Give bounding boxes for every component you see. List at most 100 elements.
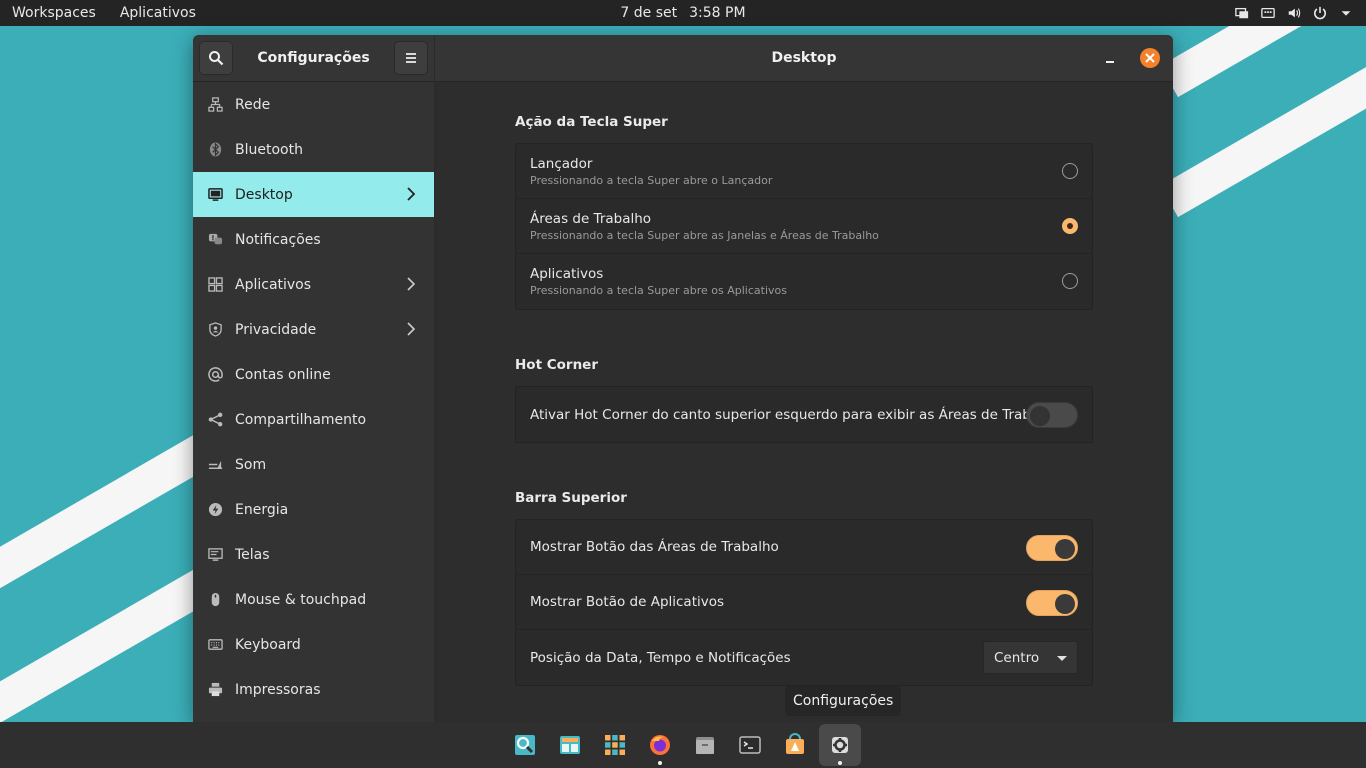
dock-item-shop[interactable] (774, 724, 816, 766)
show-workspaces-button-toggle[interactable] (1026, 535, 1078, 561)
option-subtitle: Pressionando a tecla Super abre o Lançad… (530, 173, 773, 187)
toggle-knob (1055, 539, 1075, 559)
sidebar-item-impressoras[interactable]: Impressoras (193, 667, 434, 712)
top-bar-group: Mostrar Botão das Áreas de Trabalho Most… (515, 519, 1093, 686)
network-icon (207, 97, 223, 113)
sidebar: Configurações Rede Bluetooth Desktop Not… (193, 35, 435, 722)
toggle-knob (1055, 594, 1075, 614)
sidebar-item-bluetooth[interactable]: Bluetooth (193, 127, 434, 172)
sidebar-item-label: Rede (235, 96, 271, 113)
dock-item-files[interactable] (684, 724, 726, 766)
running-indicator (838, 761, 842, 765)
dock-item-workspaces[interactable] (549, 724, 591, 766)
sidebar-item-label: Compartilhamento (235, 411, 367, 428)
sidebar-header: Configurações (193, 35, 434, 82)
sidebar-item-label: Privacidade (235, 321, 317, 338)
time-label: 3:58 PM (689, 5, 746, 21)
option-title: Lançador (530, 155, 593, 172)
workspaces-button[interactable]: Workspaces (0, 0, 108, 26)
show-workspaces-button-row: Mostrar Botão das Áreas de Trabalho (516, 520, 1092, 575)
dock (0, 722, 1366, 768)
sidebar-item-telas[interactable]: Telas (193, 532, 434, 577)
clock[interactable]: 7 de set 3:58 PM (620, 5, 745, 21)
search-button[interactable] (199, 41, 233, 75)
sidebar-item-keyboard[interactable]: Keyboard (193, 622, 434, 667)
bluetooth-icon (207, 142, 223, 158)
caret-down-icon (1057, 656, 1067, 661)
sidebar-item-notificacoes[interactable]: Notificações (193, 217, 434, 262)
terminal-icon (739, 736, 761, 754)
clock-position-row: Posição da Data, Tempo e Notificações Ce… (516, 630, 1092, 685)
radio-launcher[interactable] (1062, 163, 1078, 179)
sidebar-item-aplicativos[interactable]: Aplicativos (193, 262, 434, 307)
power-menu-icon[interactable] (1312, 5, 1328, 21)
chevron-down-icon[interactable] (1338, 5, 1354, 21)
hot-corner-toggle[interactable] (1026, 402, 1078, 428)
page-title: Desktop (771, 50, 837, 66)
sidebar-item-privacidade[interactable]: Privacidade (193, 307, 434, 352)
chevron-right-icon (407, 187, 416, 201)
option-subtitle: Pressionando a tecla Super abre os Aplic… (530, 284, 787, 297)
section-title-hot-corner: Hot Corner (515, 357, 598, 373)
sidebar-item-energia[interactable]: Energia (193, 487, 434, 532)
system-tray (1234, 0, 1354, 26)
volume-icon[interactable] (1286, 5, 1302, 21)
notifications-icon (207, 232, 223, 248)
date-label: 7 de set (620, 5, 678, 21)
applications-button[interactable]: Aplicativos (108, 0, 208, 26)
desktop-icon (207, 187, 223, 203)
running-indicator (658, 761, 662, 765)
applications-grid-app-icon (605, 735, 625, 755)
sidebar-item-label: Bluetooth (235, 141, 303, 158)
radio-workspaces[interactable] (1062, 218, 1078, 234)
dock-item-terminal[interactable] (729, 724, 771, 766)
pop-shop-icon (786, 733, 804, 754)
sidebar-item-label: Contas online (235, 366, 331, 383)
sidebar-item-label: Keyboard (235, 636, 301, 653)
dock-item-settings[interactable] (819, 724, 861, 766)
main-pane: Desktop Ação da Tecla Super Lançador Pre… (435, 35, 1173, 722)
hot-corner-group: Ativar Hot Corner do canto superior esqu… (515, 386, 1093, 443)
menu-button[interactable] (393, 41, 428, 75)
sidebar-item-rede[interactable]: Rede (193, 82, 434, 127)
super-key-option-launcher[interactable]: Lançador Pressionando a tecla Super abre… (516, 144, 1092, 199)
dock-item-firefox[interactable] (639, 724, 681, 766)
sidebar-item-contas-online[interactable]: Contas online (193, 352, 434, 397)
sidebar-item-label: Energia (235, 501, 289, 518)
sidebar-item-label: Impressoras (235, 681, 321, 698)
show-apps-button-toggle[interactable] (1026, 590, 1078, 616)
sidebar-item-desktop[interactable]: Desktop (193, 172, 434, 217)
chevron-right-icon (407, 322, 416, 336)
gear-icon (832, 737, 848, 753)
close-icon (1145, 53, 1155, 63)
power-icon (207, 502, 223, 518)
sidebar-item-label: Mouse & touchpad (235, 591, 367, 608)
dock-item-search[interactable] (504, 724, 546, 766)
screen-share-icon[interactable] (1234, 5, 1250, 21)
sidebar-item-som[interactable]: Som (193, 442, 434, 487)
display-icon (207, 547, 223, 563)
sidebar-item-label: Som (235, 456, 267, 473)
super-key-option-applications[interactable]: Aplicativos Pressionando a tecla Super a… (516, 254, 1092, 309)
close-button[interactable] (1140, 48, 1160, 68)
super-key-option-workspaces[interactable]: Áreas de Trabalho Pressionando a tecla S… (516, 199, 1092, 254)
radio-applications[interactable] (1062, 273, 1078, 289)
hamburger-icon (405, 53, 416, 63)
at-icon (207, 367, 223, 383)
clock-position-dropdown[interactable]: Centro (983, 641, 1078, 674)
toggle-knob (1030, 406, 1050, 426)
sidebar-item-label: Aplicativos (235, 276, 312, 293)
search-app-icon (515, 735, 535, 755)
share-icon (207, 412, 223, 428)
sidebar-item-label: Notificações (235, 231, 321, 248)
show-workspaces-button-label: Mostrar Botão das Áreas de Trabalho (530, 539, 779, 555)
sidebar-item-mouse-touchpad[interactable]: Mouse & touchpad (193, 577, 434, 622)
chevron-right-icon (407, 277, 416, 291)
minimize-icon[interactable] (1103, 50, 1117, 66)
keyboard-layout-icon[interactable] (1260, 5, 1276, 21)
dropdown-value: Centro (994, 649, 1040, 666)
sidebar-item-compartilhamento[interactable]: Compartilhamento (193, 397, 434, 442)
dock-item-applications[interactable] (594, 724, 636, 766)
keyboard-icon (207, 637, 223, 653)
section-title-super-key: Ação da Tecla Super (515, 114, 668, 130)
